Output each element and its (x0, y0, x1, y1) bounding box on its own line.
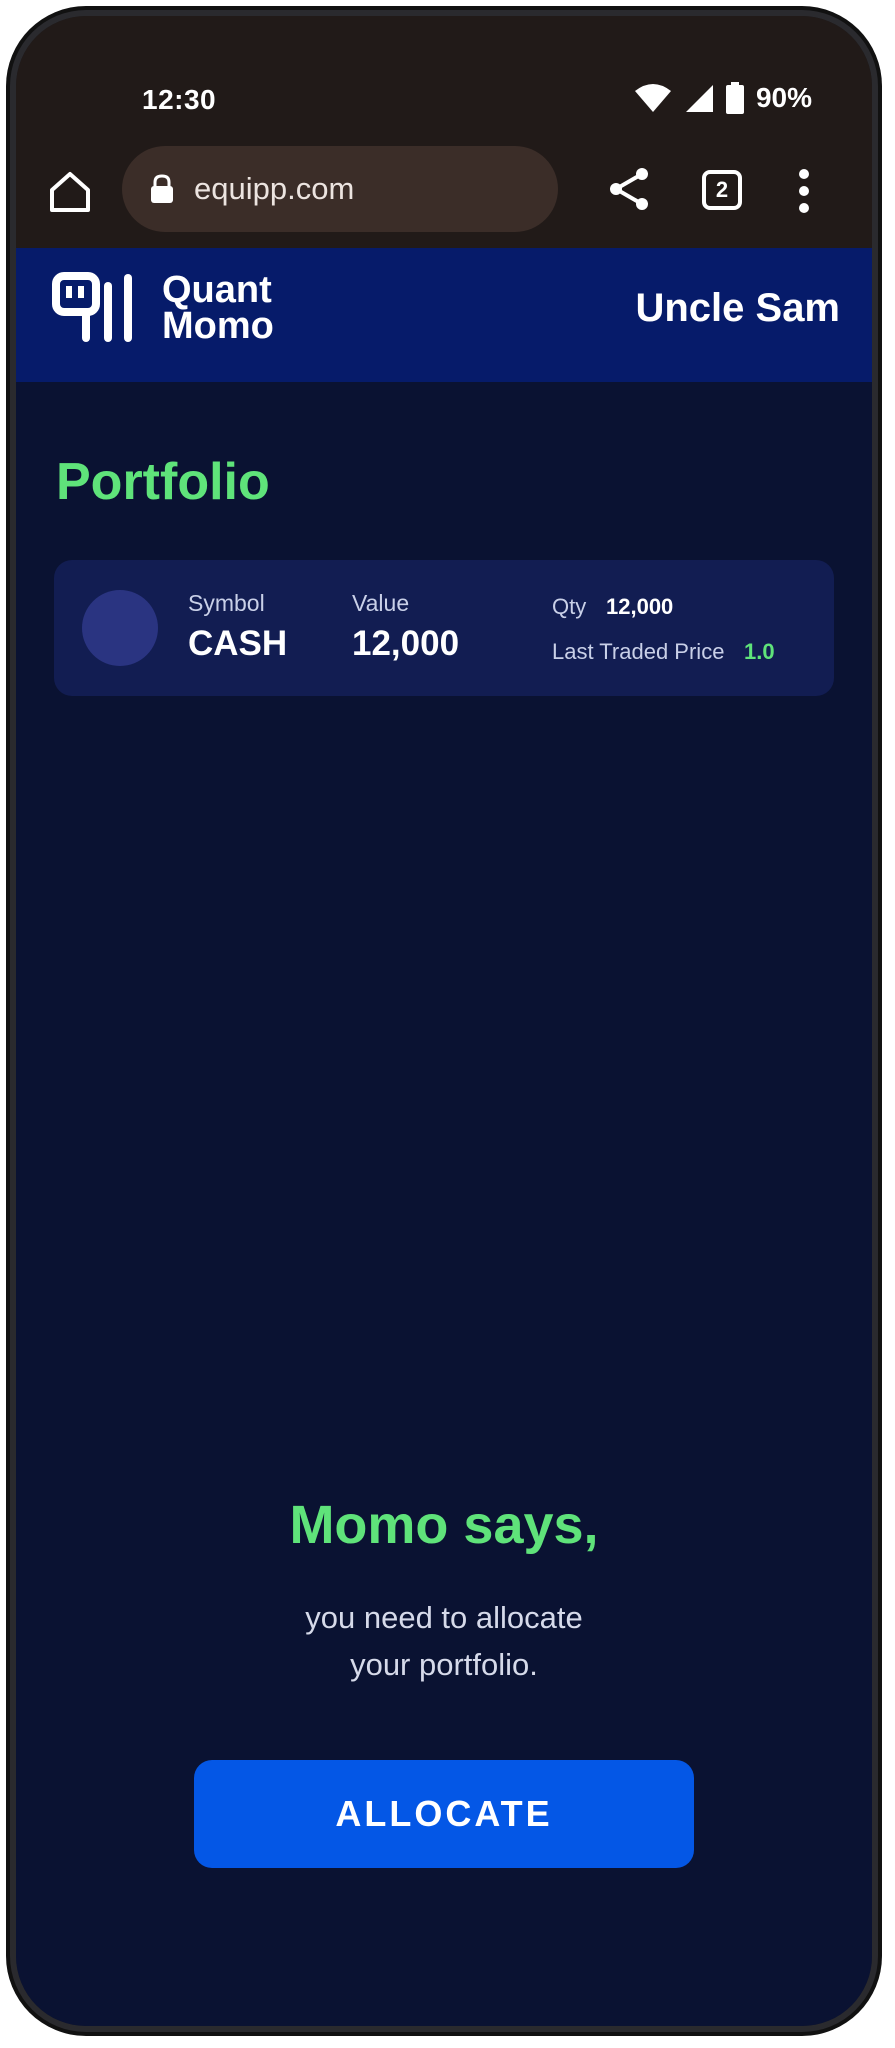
momo-message-line2: your portfolio. (350, 1647, 538, 1682)
momo-message: you need to allocate your portfolio. (16, 1594, 872, 1688)
more-options-icon[interactable] (796, 168, 812, 214)
share-icon[interactable] (606, 166, 652, 212)
symbol-label: Symbol (188, 590, 265, 616)
status-icons: 90% (634, 82, 812, 114)
qty-value: 12,000 (606, 594, 674, 619)
value-amount: 12,000 (352, 624, 460, 663)
logo-wordmark: Quant Momo (162, 269, 274, 347)
app-header: Quant Momo Uncle Sam (16, 248, 872, 382)
last-traded-price-label: Last Traded Price (552, 639, 725, 664)
momo-says-heading: Momo says, (289, 1495, 599, 1555)
quant-momo-logo[interactable]: Quant Momo (52, 269, 274, 347)
symbol-value: CASH (188, 624, 288, 663)
holding-card[interactable]: Symbol CASH Value 12,000 Qty 12,000 Last… (54, 560, 834, 696)
user-name[interactable]: Uncle Sam (635, 286, 840, 331)
wifi-icon (634, 84, 671, 112)
tab-switcher-button[interactable]: 2 (702, 170, 742, 210)
url-text: equipp.com (194, 171, 355, 206)
page-title: Portfolio (56, 453, 270, 511)
battery-percent: 90% (755, 82, 812, 113)
qty-label: Qty (552, 594, 587, 619)
lock-icon (151, 174, 173, 203)
home-icon[interactable] (46, 168, 94, 216)
logo-text-momo: Momo (162, 305, 274, 347)
asset-avatar (82, 590, 158, 666)
phone-frame: 12:30 90% equipp.com 2 Quant Momo Uncle … (16, 16, 872, 2026)
logo-mark-icon (52, 272, 132, 342)
momo-message-line1: you need to allocate (305, 1600, 583, 1635)
status-time: 12:30 (142, 84, 217, 115)
logo-text-quant: Quant (162, 269, 272, 311)
battery-icon (725, 82, 744, 114)
browser-chrome: 12:30 90% equipp.com 2 (16, 16, 872, 248)
tab-count: 2 (715, 177, 729, 202)
value-label: Value (352, 590, 410, 616)
last-traded-price-value: 1.0 (744, 639, 775, 664)
allocate-button[interactable]: ALLOCATE (194, 1760, 694, 1868)
url-bar[interactable]: equipp.com (122, 146, 558, 232)
app-page: Quant Momo Uncle Sam Portfolio Symbol CA… (16, 248, 872, 2026)
signal-icon (685, 85, 713, 112)
